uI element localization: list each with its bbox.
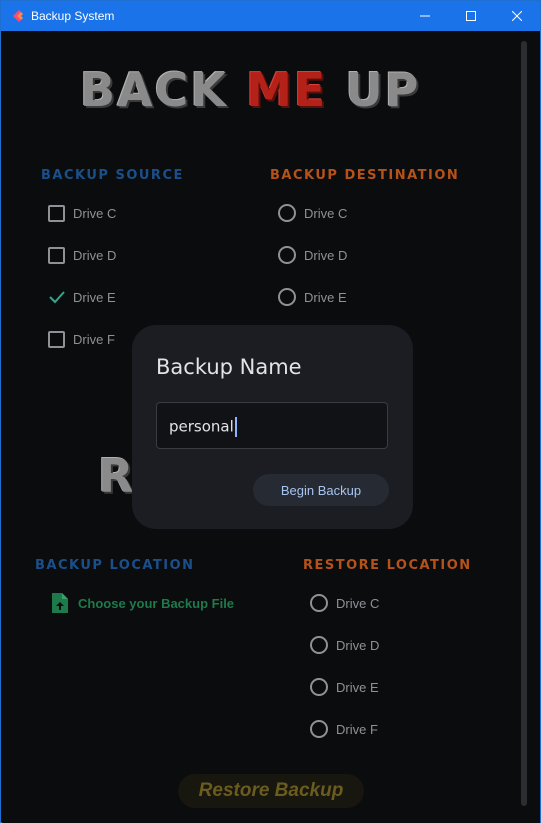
source-drive-e-label: Drive E	[73, 289, 116, 305]
source-drive-e[interactable]: Drive E	[48, 287, 116, 307]
backup-location-heading: BACKUP LOCATION	[35, 558, 195, 573]
choose-backup-file-button[interactable]: Choose your Backup File	[50, 593, 234, 613]
destination-drive-c[interactable]: Drive C	[278, 203, 347, 223]
file-upload-icon	[52, 593, 68, 613]
destination-drive-e-label: Drive E	[304, 289, 347, 305]
radio-button[interactable]	[310, 594, 328, 612]
app-logo-icon	[13, 10, 23, 22]
source-drive-f[interactable]: Drive F	[48, 329, 115, 349]
restore-drive-c-label: Drive C	[336, 595, 380, 611]
checkbox-checked[interactable]	[48, 289, 65, 306]
radio-button[interactable]	[278, 288, 296, 306]
checkbox[interactable]	[48, 246, 65, 264]
restore-drive-d-label: Drive D	[336, 637, 380, 653]
window-title: Backup System	[31, 9, 115, 23]
restore-drive-e[interactable]: Drive E	[310, 677, 379, 697]
logo-word-back: BACK	[80, 63, 229, 117]
restore-drive-f-label: Drive F	[336, 721, 378, 737]
app-logo-top: BACK ME UP	[80, 63, 420, 117]
restore-backup-button[interactable]: Restore Backup	[178, 774, 364, 808]
source-drive-c[interactable]: Drive C	[48, 203, 116, 223]
backup-name-dialog: Backup Name personal Begin Backup	[132, 325, 413, 529]
maximize-button[interactable]	[448, 1, 494, 31]
radio-button[interactable]	[278, 204, 296, 222]
source-drive-c-label: Drive C	[73, 205, 117, 221]
choose-backup-file-label: Choose your Backup File	[78, 595, 235, 611]
vertical-scrollbar[interactable]	[521, 41, 527, 806]
restore-backup-label: Restore Backup	[198, 780, 344, 801]
minimize-icon	[420, 15, 430, 17]
source-drive-f-label: Drive F	[73, 331, 115, 347]
app-window: Backup System BACK ME UP BACKUP SOURCE D…	[0, 0, 541, 823]
destination-drive-e[interactable]: Drive E	[278, 287, 347, 307]
restore-location-heading: RESTORE LOCATION	[303, 558, 472, 573]
radio-button[interactable]	[310, 678, 328, 696]
maximize-icon	[466, 11, 476, 21]
destination-drive-c-label: Drive C	[304, 205, 348, 221]
checkbox[interactable]	[48, 204, 65, 222]
restore-drive-c[interactable]: Drive C	[310, 593, 379, 613]
logo-letter-r: R	[98, 449, 136, 503]
restore-drive-e-label: Drive E	[336, 679, 379, 695]
backup-name-input[interactable]: personal	[156, 402, 388, 449]
source-drive-d-label: Drive D	[73, 247, 117, 263]
destination-drive-d[interactable]: Drive D	[278, 245, 347, 265]
radio-button[interactable]	[310, 720, 328, 738]
restore-drive-f[interactable]: Drive F	[310, 719, 378, 739]
begin-backup-label: Begin Backup	[280, 482, 362, 498]
destination-drive-d-label: Drive D	[304, 247, 348, 263]
restore-drive-d[interactable]: Drive D	[310, 635, 379, 655]
dialog-title: Backup Name	[156, 355, 302, 379]
title-bar[interactable]: Backup System	[1, 1, 540, 31]
logo-word-me: ME	[246, 63, 328, 117]
main-content: BACK ME UP BACKUP SOURCE Drive C Drive D…	[2, 31, 540, 823]
radio-button[interactable]	[310, 636, 328, 654]
minimize-button[interactable]	[402, 1, 448, 31]
checkbox[interactable]	[48, 330, 65, 348]
text-caret	[234, 417, 237, 437]
source-drive-d[interactable]: Drive D	[48, 245, 116, 265]
close-icon	[512, 11, 522, 21]
logo-word-up: UP	[345, 63, 421, 117]
checkmark-icon	[48, 291, 65, 304]
backup-destination-heading: BACKUP DESTINATION	[270, 168, 460, 183]
radio-button[interactable]	[278, 246, 296, 264]
backup-name-value: personal	[169, 417, 234, 436]
begin-backup-button[interactable]: Begin Backup	[253, 474, 389, 506]
backup-source-heading: BACKUP SOURCE	[41, 168, 184, 183]
close-button[interactable]	[494, 1, 540, 31]
